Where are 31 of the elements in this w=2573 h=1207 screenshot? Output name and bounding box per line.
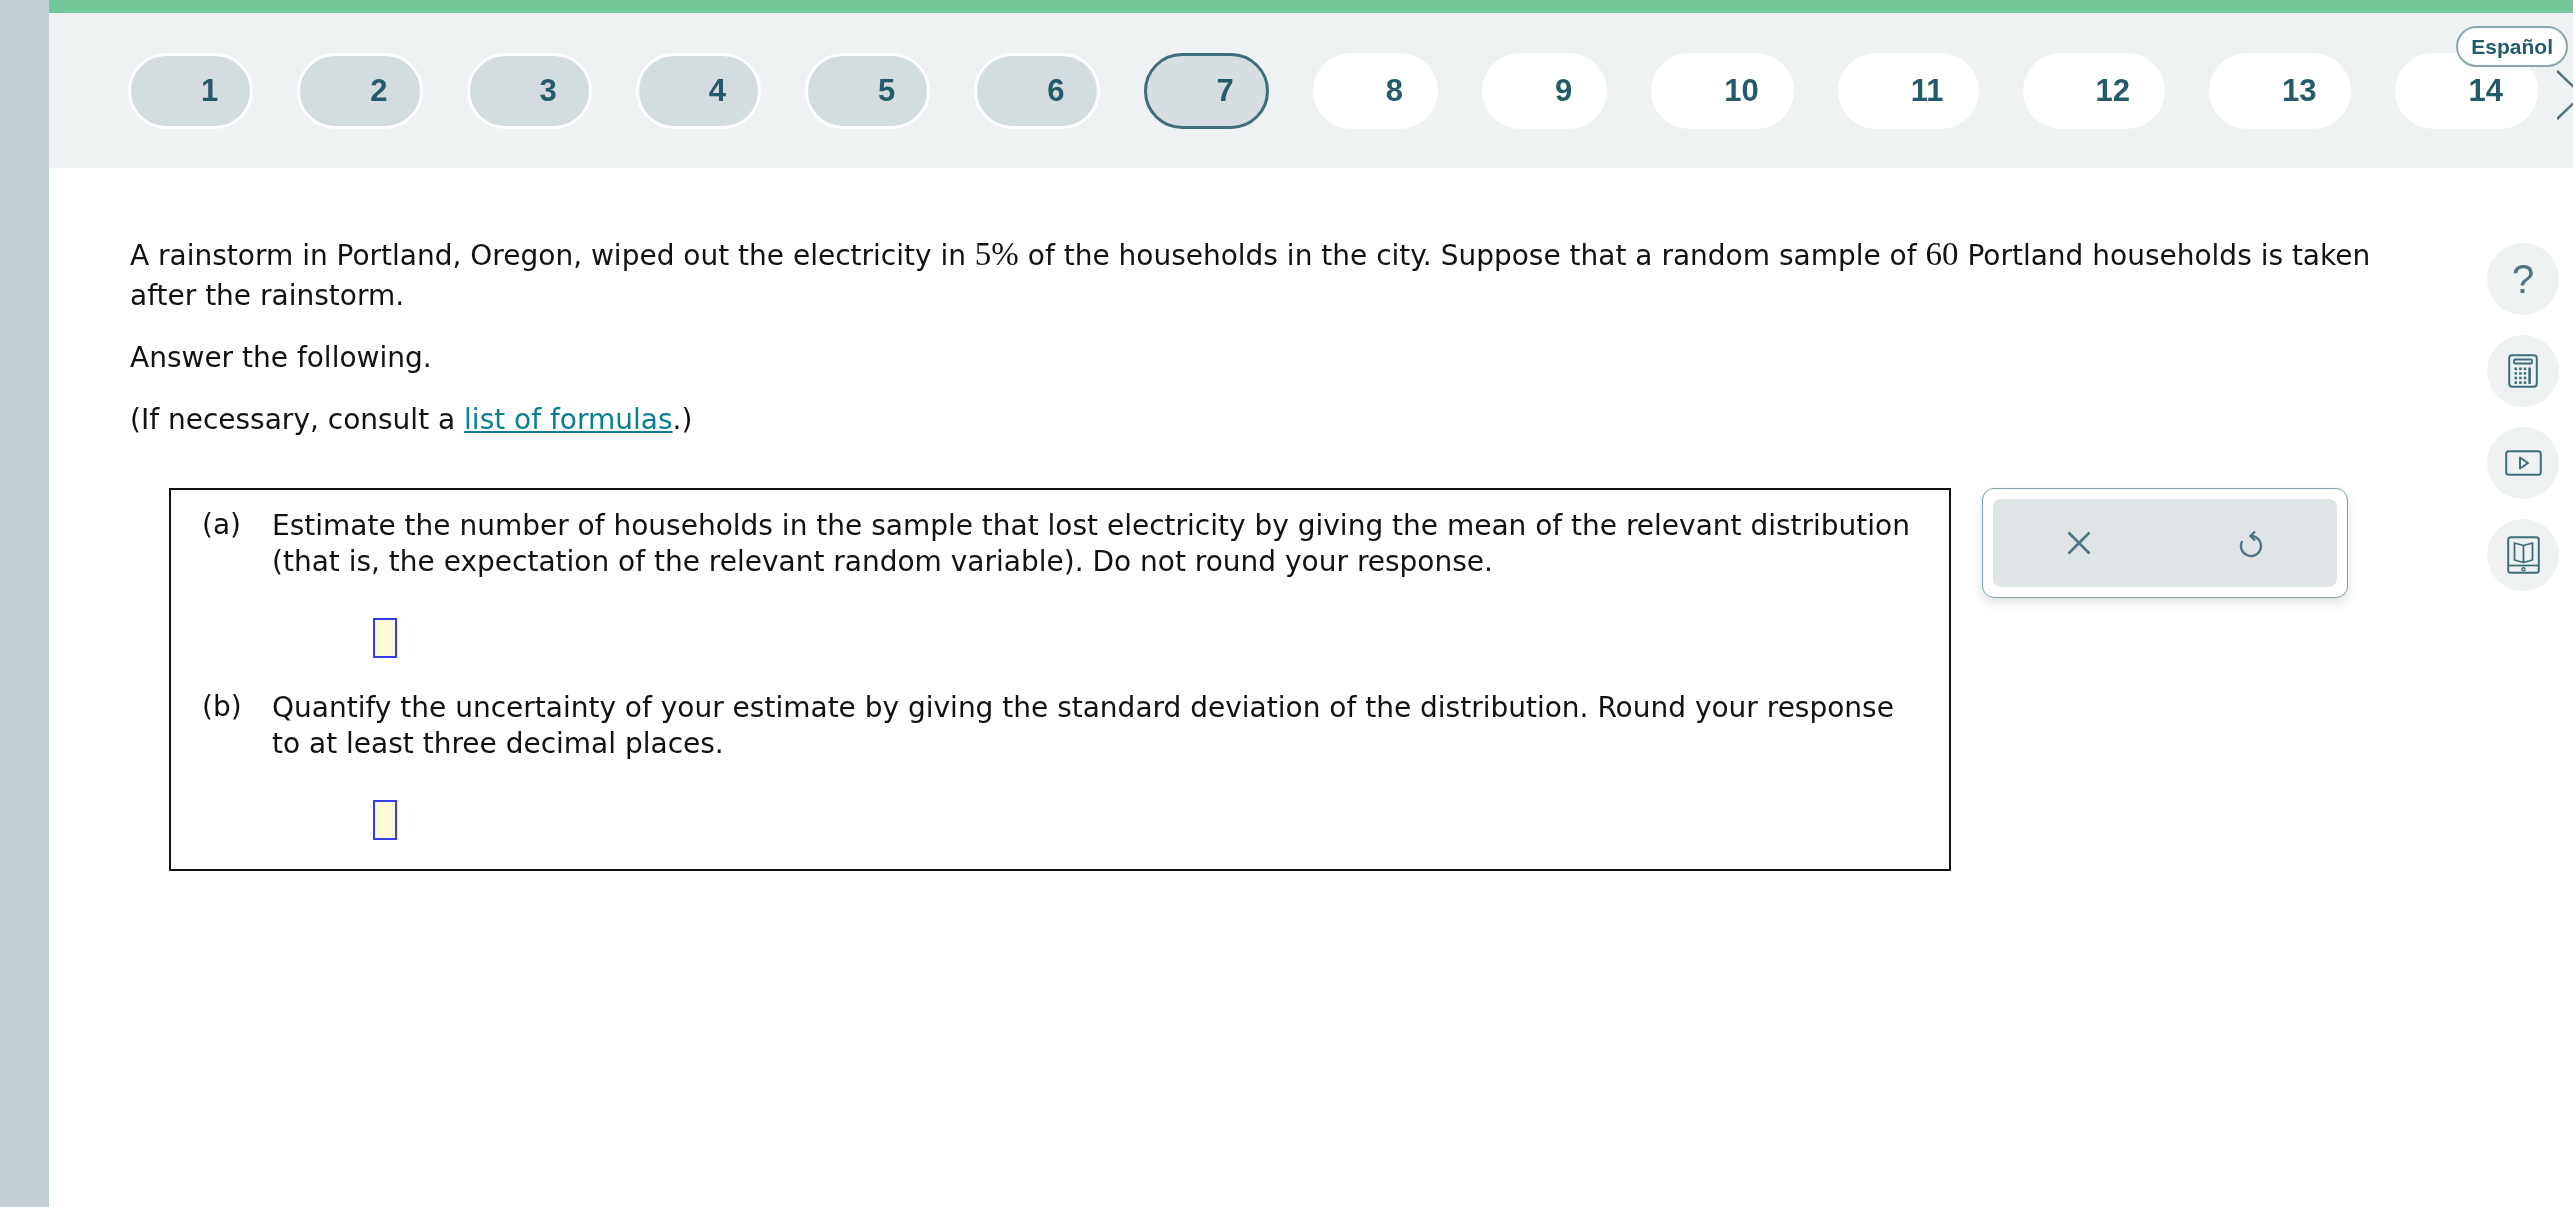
question-pill[interactable]: 9 <box>1482 52 1608 129</box>
play-icon <box>2504 450 2542 476</box>
question-pill[interactable]: 10 <box>1651 52 1794 129</box>
formulas-note: (If necessary, consult a list of formulas.) <box>130 402 694 438</box>
problem-text: A rainstorm in Portland, Oregon, wiped out the electricity in 5% of the households in the city. Suppose that a random sample of 60 Portland households is taken after the rainstorm. <box>130 235 2372 314</box>
question-pill[interactable]: 3 <box>466 52 592 129</box>
undo-icon <box>2238 528 2264 558</box>
chevron-icon[interactable] <box>2557 69 2573 121</box>
close-icon <box>2067 531 2091 555</box>
part-text: Estimate the number of households in the sample that lost electricity by giving the mean of the relevant distribution (that is, the expectation of the relevant random variable). Do not round your response. <box>272 508 1911 580</box>
question-pill[interactable]: 8 <box>1312 52 1438 129</box>
question-pill[interactable]: 2 <box>297 52 423 129</box>
ebook-icon <box>2506 536 2540 574</box>
question-pill[interactable]: 12 <box>2022 52 2165 129</box>
help-button[interactable]: ? <box>2487 243 2559 315</box>
language-button[interactable]: Español <box>2456 26 2568 67</box>
question-pill[interactable]: 5 <box>805 52 931 129</box>
question-pill[interactable]: 1 <box>128 52 254 129</box>
answer-field[interactable] <box>373 800 397 840</box>
question-pill[interactable]: 11 <box>1837 52 1979 129</box>
part-label: (a) <box>202 508 242 542</box>
instruction-text: Answer the following. <box>130 340 433 376</box>
question-pill[interactable]: 7 <box>1143 52 1269 129</box>
question-pill[interactable]: 4 <box>635 52 761 129</box>
part-label: (b) <box>202 690 243 724</box>
question-pill[interactable]: 13 <box>2209 52 2352 129</box>
formulas-link[interactable]: list of formulas <box>464 403 673 436</box>
calculator-icon <box>2508 354 2538 388</box>
answer-field[interactable] <box>373 618 397 658</box>
part-text: Quantify the uncertainty of your estimate by giving the standard deviation of the distribution. Round your response to at least three decimal places. <box>272 690 1895 762</box>
question-pill[interactable]: 6 <box>974 52 1100 129</box>
